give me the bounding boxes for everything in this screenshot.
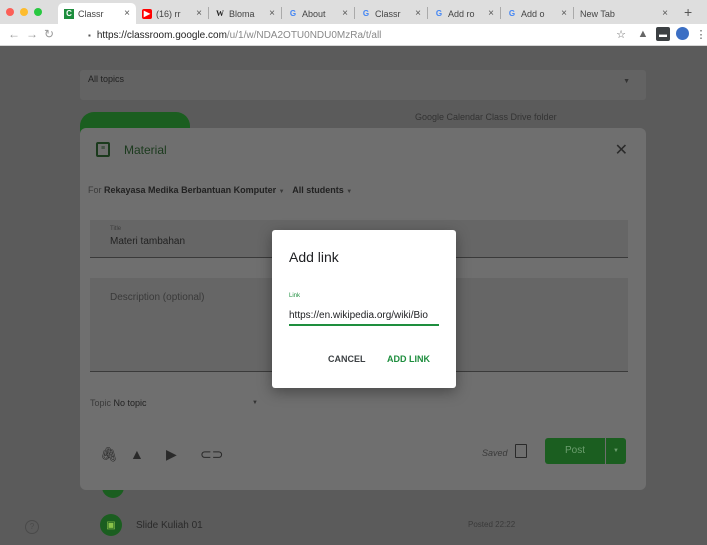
topics-label: All topics (88, 74, 125, 84)
tab-add-ro[interactable]: G Add ro × (428, 3, 500, 24)
browser-tab-bar: C Classr × ▶ (16) rr × W Bloma × G About… (0, 0, 707, 24)
audience-row: For Rekayasa Medika Berbantuan Komputer … (88, 185, 352, 195)
cancel-button[interactable]: CANCEL (328, 354, 366, 364)
google-icon: G (289, 9, 297, 18)
back-icon[interactable]: ← (8, 27, 20, 41)
close-tab-icon[interactable]: × (269, 8, 275, 19)
trash-icon[interactable] (515, 444, 527, 458)
browser-toolbar: ← → ↻ ▪ https://classroom.google.com/u/1… (0, 24, 707, 46)
material-icon: ≡ (96, 142, 110, 157)
topic-value: No topic (113, 398, 147, 408)
extension-icon[interactable]: ▬ (656, 27, 670, 41)
tab-label: Classr (78, 8, 104, 19)
close-tab-icon[interactable]: × (124, 8, 130, 19)
tab-label: Add ro (448, 8, 475, 19)
url-host: https://classroom.google.com (96, 29, 227, 41)
description-placeholder: Description (optional) (110, 292, 205, 303)
minimize-window-button[interactable] (20, 8, 28, 16)
tab-classroom[interactable]: C Classr × (58, 3, 136, 24)
title-field-value: Materi tambahan (110, 236, 186, 247)
close-tab-icon[interactable]: × (561, 8, 567, 19)
paperclip-icon[interactable]: 🖇 (100, 446, 118, 463)
chevron-down-icon: ▼ (623, 78, 630, 85)
saved-status: Saved (482, 448, 508, 458)
calendar-drive-links: Google Calendar Class Drive folder (415, 112, 557, 122)
students-selector[interactable]: All students (292, 185, 344, 195)
google-drive-icon[interactable]: ▲ (130, 446, 144, 462)
tab-youtube[interactable]: ▶ (16) rr × (136, 3, 208, 24)
help-icon[interactable]: ? (25, 520, 39, 534)
tab-about[interactable]: G About × (282, 3, 354, 24)
close-tab-icon[interactable]: × (415, 8, 421, 19)
tab-add-o[interactable]: G Add o × (501, 3, 573, 24)
close-tab-icon[interactable]: × (342, 8, 348, 19)
tab-classroom-help[interactable]: G Classr × (355, 3, 427, 24)
add-link-dialog: Add link Link CANCEL ADD LINK (272, 230, 456, 388)
post-options-button[interactable]: ▼ (606, 438, 626, 464)
wikipedia-icon: W (216, 9, 224, 18)
topic-selector[interactable]: Topic No topic (90, 398, 147, 408)
material-item-icon: ▣ (100, 514, 122, 536)
classroom-icon: C (64, 8, 74, 19)
chevron-down-icon: ▼ (346, 189, 353, 195)
tab-label: Bloma (229, 8, 255, 19)
tab-label: Classr (375, 8, 401, 19)
zoom-window-button[interactable] (34, 8, 42, 16)
google-icon: G (435, 9, 443, 18)
forward-icon[interactable]: → (26, 27, 38, 41)
dialog-title: Material (124, 143, 167, 157)
google-icon: G (508, 9, 516, 18)
close-tab-icon[interactable]: × (662, 8, 668, 19)
star-icon[interactable]: ☆ (614, 27, 628, 41)
chevron-down-icon: ▼ (252, 400, 258, 406)
google-icon: G (362, 9, 370, 18)
add-link-title: Add link (289, 249, 339, 265)
tab-label: New Tab (580, 8, 615, 19)
list-item-time: Posted 22:22 (468, 520, 516, 529)
tab-label: (16) rr (156, 8, 181, 19)
close-tab-icon[interactable]: × (488, 8, 494, 19)
topics-dropdown[interactable]: All topics ▼ (80, 70, 646, 100)
close-tab-icon[interactable]: × (196, 8, 202, 19)
link-field-label: Link (289, 293, 301, 299)
for-label: For (88, 185, 102, 195)
close-icon[interactable]: ✕ (615, 140, 628, 160)
list-item[interactable]: ▣ Slide Kuliah 01 (100, 514, 203, 536)
post-button[interactable]: Post (545, 438, 605, 464)
tab-new-tab[interactable]: New Tab × (574, 3, 674, 24)
add-link-button[interactable]: ADD LINK (387, 354, 430, 364)
class-selector[interactable]: Rekayasa Medika Berbantuan Komputer (104, 185, 276, 195)
url-path: /u/1/w/NDA2OTU0NDU0MzRa/t/all (226, 29, 382, 41)
tab-label: About (302, 8, 326, 19)
list-item-title: Slide Kuliah 01 (136, 519, 203, 531)
new-tab-icon[interactable]: + (684, 4, 692, 20)
extension-icon[interactable]: ▲ (636, 27, 650, 41)
profile-icon[interactable] (676, 27, 689, 40)
youtube-icon[interactable]: ▶ (166, 446, 177, 463)
title-field-label: Title (110, 226, 122, 232)
youtube-icon: ▶ (142, 8, 152, 19)
tab-label: Add o (521, 8, 545, 19)
topic-label: Topic (90, 398, 112, 408)
link-input[interactable] (289, 306, 439, 326)
address-bar[interactable]: ▪ https://classroom.google.com/u/1/w/NDA… (88, 27, 618, 43)
chevron-down-icon: ▼ (278, 189, 287, 195)
link-icon[interactable]: ⊂⊃ (200, 446, 223, 463)
menu-icon[interactable]: ⋮ (694, 27, 707, 41)
lock-icon: ▪ (88, 30, 91, 40)
reload-icon[interactable]: ↻ (44, 27, 54, 41)
tab-wikipedia[interactable]: W Bloma × (209, 3, 281, 24)
close-window-button[interactable] (6, 8, 14, 16)
